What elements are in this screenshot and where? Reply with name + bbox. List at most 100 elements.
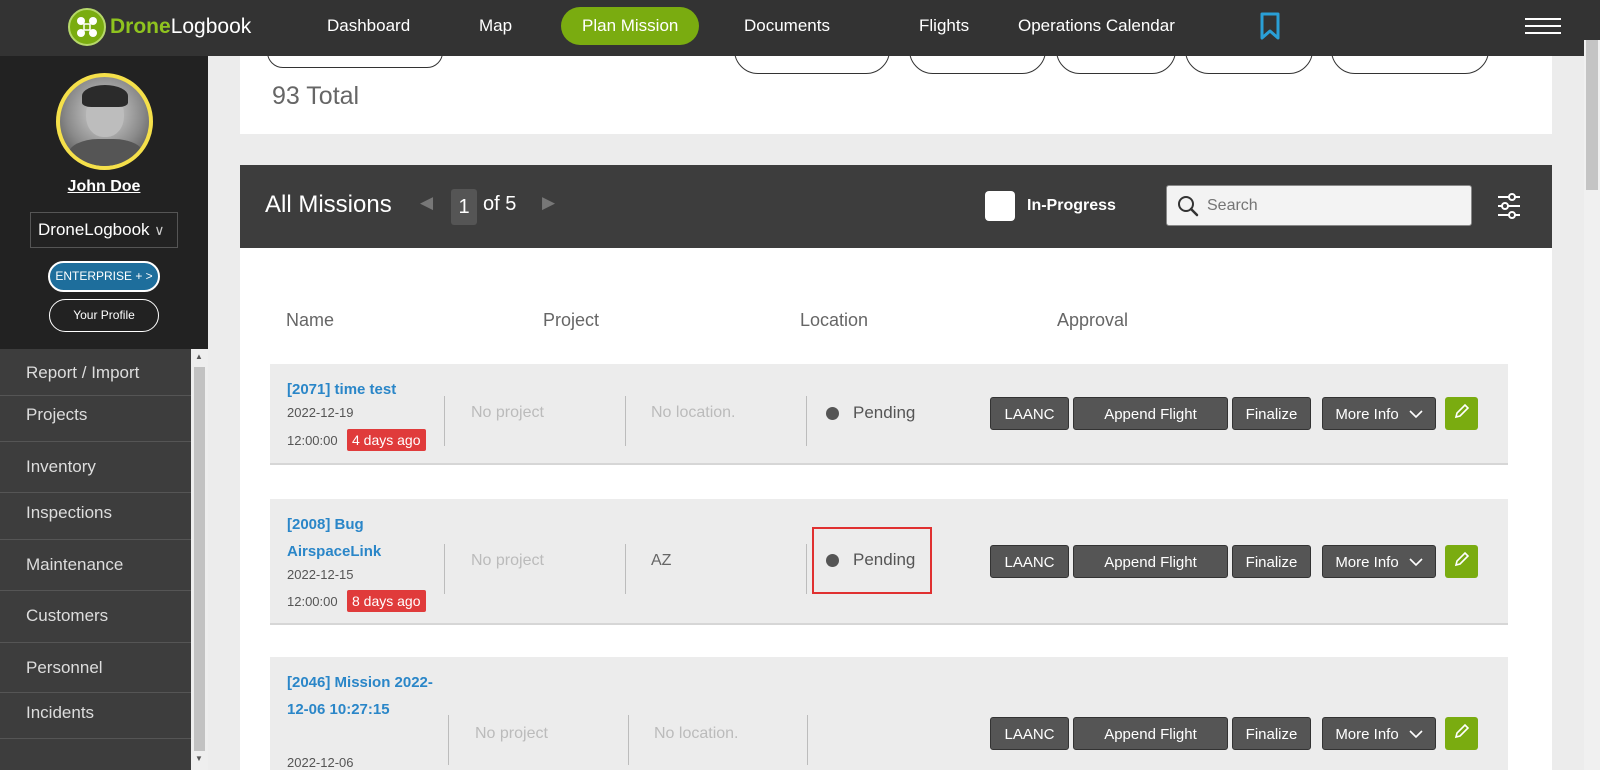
divider <box>444 396 445 446</box>
laanc-button[interactable]: LAANC <box>990 545 1069 578</box>
page-count: of 5 <box>483 193 517 215</box>
divider <box>806 544 807 594</box>
divider <box>807 715 808 765</box>
edit-button[interactable] <box>1445 717 1478 750</box>
sidebar-item-incidents[interactable]: Incidents <box>0 693 191 739</box>
nav-documents[interactable]: Documents <box>744 16 830 36</box>
page-number[interactable]: 1 <box>451 189 477 225</box>
laanc-button[interactable]: LAANC <box>990 717 1069 750</box>
chevron-down-icon <box>1409 398 1423 431</box>
finalize-button[interactable]: Finalize <box>1232 717 1311 750</box>
sidebar-item-personnel[interactable]: Personnel <box>0 643 191 693</box>
summary-pill[interactable] <box>1331 56 1489 74</box>
summary-pill[interactable] <box>734 56 890 74</box>
project-cell: No project <box>471 404 544 421</box>
profile-section: John Doe DroneLogbook ∨ ENTERPRISE + > Y… <box>0 56 208 349</box>
column-header-location[interactable]: Location <box>800 310 868 331</box>
sidebar-item-maintenance[interactable]: Maintenance <box>0 540 191 591</box>
summary-pill[interactable] <box>267 56 443 68</box>
org-select[interactable]: DroneLogbook ∨ <box>30 212 178 248</box>
pencil-icon <box>1454 723 1470 744</box>
project-cell: No project <box>471 552 544 569</box>
append-flight-button[interactable]: Append Flight <box>1073 397 1228 430</box>
approval-status-text: Pending <box>853 403 916 422</box>
bookmark-icon[interactable] <box>1259 12 1281 45</box>
age-badge: 8 days ago <box>347 590 426 612</box>
enterprise-button[interactable]: ENTERPRISE + > <box>48 261 160 292</box>
column-header-project[interactable]: Project <box>543 310 599 331</box>
chevron-down-icon <box>1409 546 1423 579</box>
mission-date: 2022-12-19 <box>287 405 354 420</box>
column-header-name[interactable]: Name <box>286 310 334 331</box>
page-scrollbar[interactable] <box>1584 40 1600 770</box>
sidebar-item-inspections[interactable]: Inspections <box>0 493 191 540</box>
nav-dashboard[interactable]: Dashboard <box>327 16 410 36</box>
mission-time: 12:00:00 <box>287 594 338 609</box>
laanc-button[interactable]: LAANC <box>990 397 1069 430</box>
nav-flights[interactable]: Flights <box>919 16 969 36</box>
sidebar-item-customers[interactable]: Customers <box>0 591 191 643</box>
logo-text: DroneLogbook <box>110 15 252 38</box>
pencil-icon <box>1454 551 1470 572</box>
hamburger-icon[interactable] <box>1525 18 1561 36</box>
chevron-down-icon: ∨ <box>154 222 165 238</box>
divider <box>448 715 449 765</box>
in-progress-checkbox[interactable] <box>985 191 1015 221</box>
more-info-label: More Info <box>1335 726 1399 743</box>
append-flight-button[interactable]: Append Flight <box>1073 717 1228 750</box>
search-input[interactable] <box>1207 194 1457 218</box>
divider <box>625 544 626 594</box>
app-logo[interactable]: DroneLogbook <box>68 8 251 46</box>
mission-name-link[interactable]: [2008] Bug AirspaceLink <box>287 511 437 565</box>
mission-time: 12:00:00 <box>287 433 338 448</box>
finalize-button[interactable]: Finalize <box>1232 545 1311 578</box>
sidebar-scrollbar[interactable]: ▲ ▼ <box>191 349 208 770</box>
summary-pill[interactable] <box>909 56 1046 74</box>
more-info-label: More Info <box>1335 406 1399 423</box>
user-name-link[interactable]: John Doe <box>0 178 208 196</box>
filter-sliders-icon[interactable] <box>1497 193 1521 224</box>
nav-operations-calendar[interactable]: Operations Calendar <box>1018 16 1175 36</box>
org-select-value: DroneLogbook <box>38 220 150 239</box>
summary-pill[interactable] <box>1056 56 1176 74</box>
mission-name-link[interactable]: [2046] Mission 2022-12-06 10:27:15 <box>287 669 437 723</box>
more-info-label: More Info <box>1335 554 1399 571</box>
missions-title: All Missions <box>265 191 392 218</box>
table-row: [2008] Bug AirspaceLink 2022-12-15 12:00… <box>270 499 1508 625</box>
sidebar-item-report-import[interactable]: Report / Import <box>0 349 191 396</box>
triangle-right-icon[interactable]: ▶ <box>542 193 555 213</box>
pencil-icon <box>1454 403 1470 424</box>
age-badge: 4 days ago <box>347 429 426 451</box>
edit-button[interactable] <box>1445 397 1478 430</box>
table-row: [2071] time test 2022-12-19 12:00:00 4 d… <box>270 364 1508 465</box>
triangle-left-icon[interactable]: ◀ <box>420 193 433 213</box>
summary-pill[interactable] <box>1185 56 1313 74</box>
chevron-down-icon <box>1409 718 1423 751</box>
missions-header: All Missions ◀ 1 of 5 ▶ In-Progress <box>240 165 1552 248</box>
more-info-dropdown[interactable]: More Info <box>1322 717 1436 750</box>
sidebar-item-inventory[interactable]: Inventory <box>0 442 191 493</box>
nav-plan-mission[interactable]: Plan Mission <box>561 7 700 45</box>
more-info-dropdown[interactable]: More Info <box>1322 397 1436 430</box>
mission-date: 2022-12-06 <box>287 755 354 770</box>
edit-button[interactable] <box>1445 545 1478 578</box>
project-cell: No project <box>475 725 548 742</box>
approval-status: Pending <box>826 403 915 423</box>
nav-map[interactable]: Map <box>479 16 512 36</box>
sidebar-item-projects[interactable]: Projects <box>0 396 191 442</box>
more-info-dropdown[interactable]: More Info <box>1322 545 1436 578</box>
search-box <box>1166 185 1472 226</box>
in-progress-label: In-Progress <box>1027 197 1116 214</box>
location-cell: No location. <box>654 725 739 742</box>
mission-name-link[interactable]: [2071] time test <box>287 376 437 403</box>
location-cell: No location. <box>651 404 736 421</box>
sidebar-menu: Report / Import Projects Inventory Inspe… <box>0 349 191 770</box>
avatar[interactable] <box>56 73 153 170</box>
missions-panel: All Missions ◀ 1 of 5 ▶ In-Progress Sear… <box>240 165 1552 770</box>
your-profile-button[interactable]: Your Profile <box>49 299 159 332</box>
location-cell: AZ <box>651 552 672 569</box>
summary-card: 93 Total <box>240 56 1552 134</box>
finalize-button[interactable]: Finalize <box>1232 397 1311 430</box>
column-header-approval[interactable]: Approval <box>1057 310 1128 331</box>
append-flight-button[interactable]: Append Flight <box>1073 545 1228 578</box>
